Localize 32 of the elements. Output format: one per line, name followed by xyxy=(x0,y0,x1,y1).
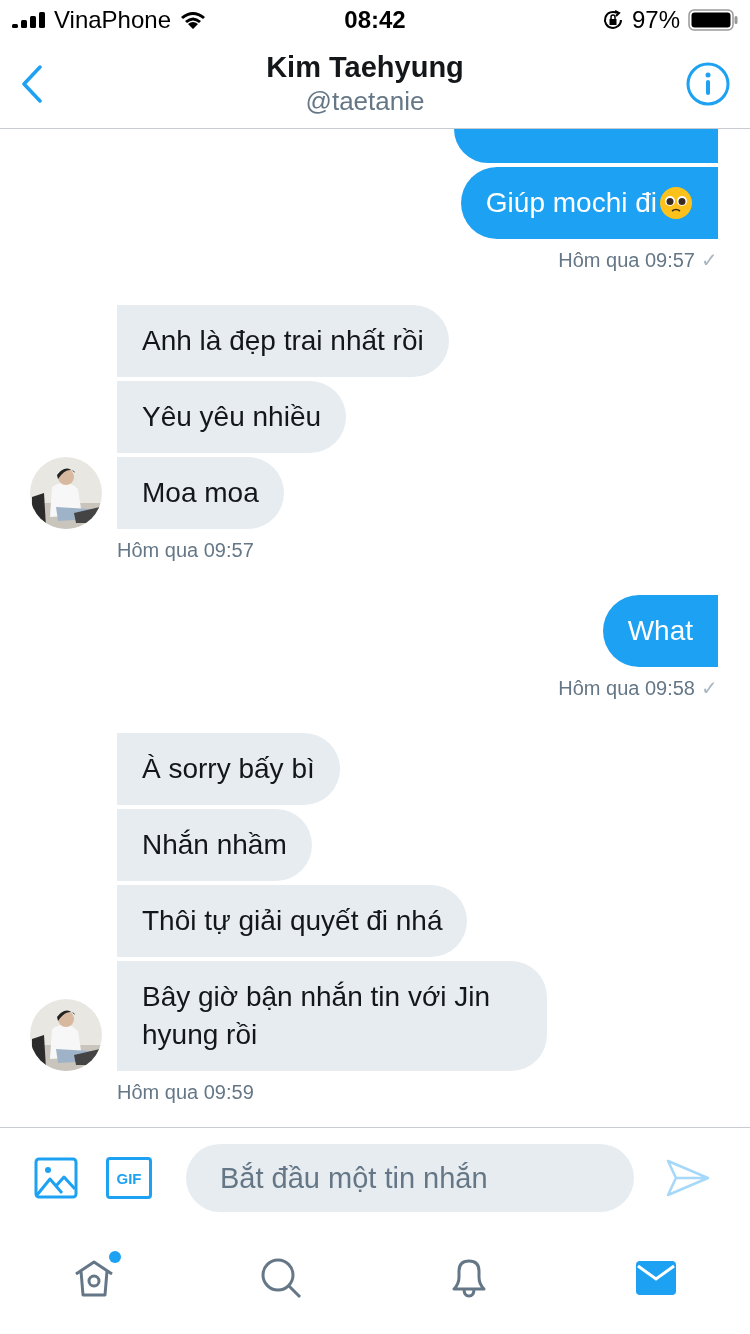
message-bubble: Moa moa xyxy=(117,457,284,529)
envelope-icon[interactable] xyxy=(635,1260,678,1296)
read-receipt: ✓ xyxy=(701,248,718,273)
contact-name: Kim Taehyung xyxy=(266,51,464,84)
message-bubble: Nhắn nhầm xyxy=(117,809,312,881)
send-icon[interactable] xyxy=(666,1159,710,1197)
message-bubble: Giúp mochi đi xyxy=(460,167,718,239)
wifi-icon xyxy=(179,10,207,30)
message-bubble: Anh là đẹp trai nhất rồi xyxy=(117,305,449,377)
info-icon[interactable] xyxy=(686,62,730,106)
message-bubble: Bây giờ bận nhắn tin với Jin hyung rồi xyxy=(117,961,547,1071)
message-time: Hôm qua 09:57 xyxy=(558,248,695,273)
message-time: Hôm qua 09:58 xyxy=(558,676,695,701)
read-receipt: ✓ xyxy=(701,676,718,701)
rotation-lock-icon xyxy=(601,9,624,31)
message-bubble: À sorry bấy bì xyxy=(117,733,340,805)
message-bubble: Thôi tự giải quyết đi nhá xyxy=(117,885,468,957)
back-icon[interactable] xyxy=(20,65,44,103)
message-time: Hôm qua 09:59 xyxy=(117,1080,254,1105)
signal-icon xyxy=(12,12,46,28)
battery-icon xyxy=(688,9,738,31)
gif-button[interactable]: GIF xyxy=(106,1157,152,1199)
contact-handle: @taetanie xyxy=(305,86,425,117)
clock-time: 08:42 xyxy=(344,6,406,34)
message-field[interactable]: Bắt đầu một tin nhắn xyxy=(186,1144,634,1212)
image-icon[interactable] xyxy=(34,1157,78,1199)
search-icon[interactable] xyxy=(260,1257,303,1299)
carrier-name: VinaPhone xyxy=(54,6,171,34)
message-time: Hôm qua 09:57 xyxy=(117,538,254,563)
message-bubble: What xyxy=(602,595,718,667)
message-bubble: Yêu yêu nhiều xyxy=(117,381,347,453)
battery-percent: 97% xyxy=(631,6,680,34)
